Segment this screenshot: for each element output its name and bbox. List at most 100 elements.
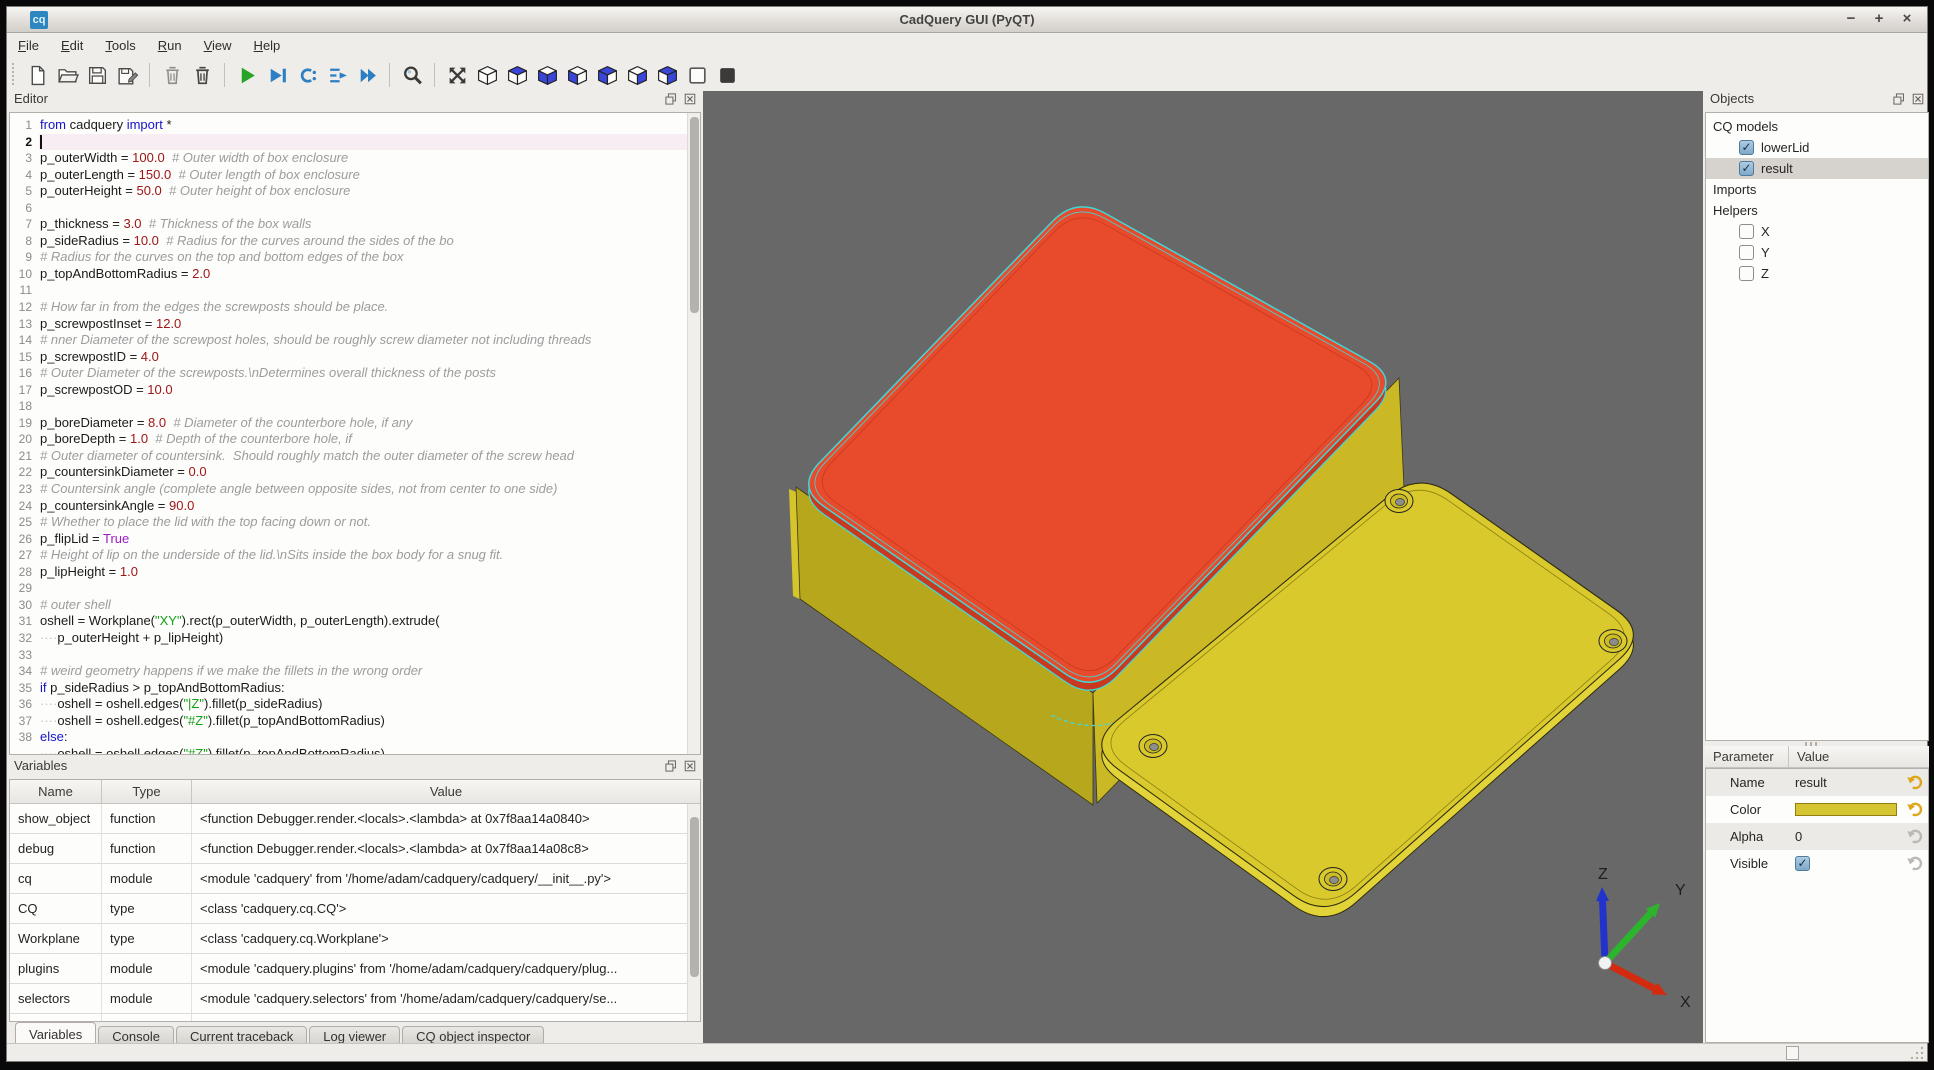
shaded-mode-button[interactable]: [712, 60, 742, 90]
variables-col-value[interactable]: Value: [192, 780, 700, 803]
parameter-label: Name: [1706, 775, 1786, 790]
code-line: 29: [10, 580, 687, 597]
variable-row[interactable]: selectorsmodule<module 'cadquery.selecto…: [10, 984, 687, 1014]
variables-scrollbar[interactable]: [687, 804, 700, 1021]
view-top-icon: [506, 64, 529, 87]
variable-value: <module 'cadquery.plugins' from '/home/a…: [192, 954, 687, 983]
parameter-col-header: Parameter: [1705, 746, 1789, 767]
minimize-button[interactable]: −: [1843, 10, 1859, 27]
variable-row[interactable]: show_objectfunction<function Debugger.re…: [10, 804, 687, 834]
menu-file[interactable]: File: [7, 36, 50, 55]
tree-item-lowerlid[interactable]: ✓ lowerLid: [1706, 137, 1928, 158]
checkbox-y[interactable]: [1739, 245, 1754, 260]
undo-button[interactable]: [1905, 826, 1925, 846]
save-as-button[interactable]: [112, 60, 142, 90]
titlebar[interactable]: cq CadQuery GUI (PyQT) −+×: [7, 7, 1927, 33]
delete-all-button[interactable]: [157, 60, 187, 90]
code-line: 3p_outerWidth = 100.0 # Outer width of b…: [10, 150, 687, 167]
debug-script-icon: [266, 64, 289, 87]
checkbox-z[interactable]: [1739, 266, 1754, 281]
panel-close-button[interactable]: [683, 759, 697, 776]
checkbox-lowerlid[interactable]: ✓: [1739, 140, 1754, 155]
panel-float-button[interactable]: [1892, 92, 1906, 109]
color-swatch[interactable]: [1795, 803, 1897, 816]
view-front-button[interactable]: [562, 60, 592, 90]
code-line: 30# outer shell: [10, 597, 687, 614]
tree-item-result[interactable]: ✓result: [1706, 158, 1928, 179]
panel-float-button[interactable]: [664, 759, 678, 776]
save-file-button[interactable]: [82, 60, 112, 90]
code-editor[interactable]: 1from cadquery import *23p_outerWidth = …: [10, 113, 687, 754]
viewport-3d[interactable]: ZYX: [703, 91, 1703, 1045]
variables-header: NameTypeValue: [10, 780, 700, 804]
menu-tools[interactable]: Tools: [94, 36, 146, 55]
code-line: 19p_boreDiameter = 8.0 # Diameter of the…: [10, 415, 687, 432]
tree-item-x[interactable]: X: [1706, 221, 1928, 242]
view-left-button[interactable]: [592, 60, 622, 90]
code-line: 8p_sideRadius = 10.0 # Radius for the cu…: [10, 233, 687, 250]
code-line: 18: [10, 398, 687, 415]
delete-selected-button[interactable]: [187, 60, 217, 90]
tree-group-cq-models[interactable]: CQ models: [1706, 116, 1928, 137]
resize-grip[interactable]: [1909, 1045, 1925, 1059]
step-over-button[interactable]: [322, 60, 352, 90]
undo-button[interactable]: [1905, 799, 1925, 819]
fit-view-button[interactable]: [442, 60, 472, 90]
variable-row[interactable]: Planetype<class 'cadquery.occ_impl.geom.…: [10, 1014, 687, 1021]
panel-close-button[interactable]: [1911, 92, 1925, 109]
checkbox-x[interactable]: [1739, 224, 1754, 239]
toolbar-drag-handle[interactable]: [11, 63, 16, 87]
code-line: 32····p_outerHeight + p_lipHeight): [10, 630, 687, 647]
value-col-header: Value: [1789, 746, 1929, 767]
tree-group-imports[interactable]: Imports: [1706, 179, 1928, 200]
continue-exec-button[interactable]: [352, 60, 382, 90]
variable-row[interactable]: CQtype<class 'cadquery.cq.CQ'>: [10, 894, 687, 924]
variables-col-name[interactable]: Name: [10, 780, 102, 803]
code-line: 2: [10, 134, 687, 151]
checkbox-result[interactable]: ✓: [1739, 161, 1754, 176]
variable-row[interactable]: Workplanetype<class 'cadquery.cq.Workpla…: [10, 924, 687, 954]
statusbar: [7, 1043, 1927, 1061]
undo-button[interactable]: [1905, 772, 1925, 792]
panel-float-button[interactable]: [664, 92, 678, 109]
code-line: 27# Height of lip on the underside of th…: [10, 547, 687, 564]
variable-row[interactable]: pluginsmodule<module 'cadquery.plugins' …: [10, 954, 687, 984]
open-file-button[interactable]: [52, 60, 82, 90]
new-file-button[interactable]: [22, 60, 52, 90]
view-iso-button[interactable]: [472, 60, 502, 90]
code-line: 1from cadquery import *: [10, 117, 687, 134]
zoom-button[interactable]: [397, 60, 427, 90]
wireframe-mode-button[interactable]: [682, 60, 712, 90]
parameter-row-alpha: Alpha0: [1706, 823, 1928, 850]
variables-col-type[interactable]: Type: [102, 780, 192, 803]
tree-item-label: X: [1761, 224, 1770, 239]
tree-item-z[interactable]: Z: [1706, 263, 1928, 284]
menu-edit[interactable]: Edit: [50, 36, 94, 55]
tree-item-label: Z: [1761, 266, 1769, 281]
variable-row[interactable]: cqmodule<module 'cadquery' from '/home/a…: [10, 864, 687, 894]
maximize-button[interactable]: +: [1871, 10, 1887, 27]
code-line: 10p_topAndBottomRadius = 2.0: [10, 266, 687, 283]
tree-item-y[interactable]: Y: [1706, 242, 1928, 263]
code-line: 33: [10, 647, 687, 664]
menu-run[interactable]: Run: [147, 36, 193, 55]
tree-item-label: lowerLid: [1761, 140, 1809, 155]
toolbar-separator: [389, 63, 390, 87]
visible-checkbox[interactable]: ✓: [1795, 856, 1810, 871]
code-line: 6: [10, 200, 687, 217]
menu-view[interactable]: View: [193, 36, 243, 55]
close-button[interactable]: ×: [1899, 10, 1915, 27]
tree-group-helpers[interactable]: Helpers: [1706, 200, 1928, 221]
view-right-button[interactable]: [622, 60, 652, 90]
editor-scrollbar[interactable]: [687, 113, 700, 754]
view-bottom-button[interactable]: [532, 60, 562, 90]
restart-debug-button[interactable]: [292, 60, 322, 90]
menu-help[interactable]: Help: [243, 36, 292, 55]
variable-row[interactable]: debugfunction<function Debugger.render.<…: [10, 834, 687, 864]
view-top-button[interactable]: [502, 60, 532, 90]
debug-script-button[interactable]: [262, 60, 292, 90]
undo-button[interactable]: [1905, 853, 1925, 873]
panel-close-button[interactable]: [683, 92, 697, 109]
run-script-button[interactable]: [232, 60, 262, 90]
view-back-button[interactable]: [652, 60, 682, 90]
